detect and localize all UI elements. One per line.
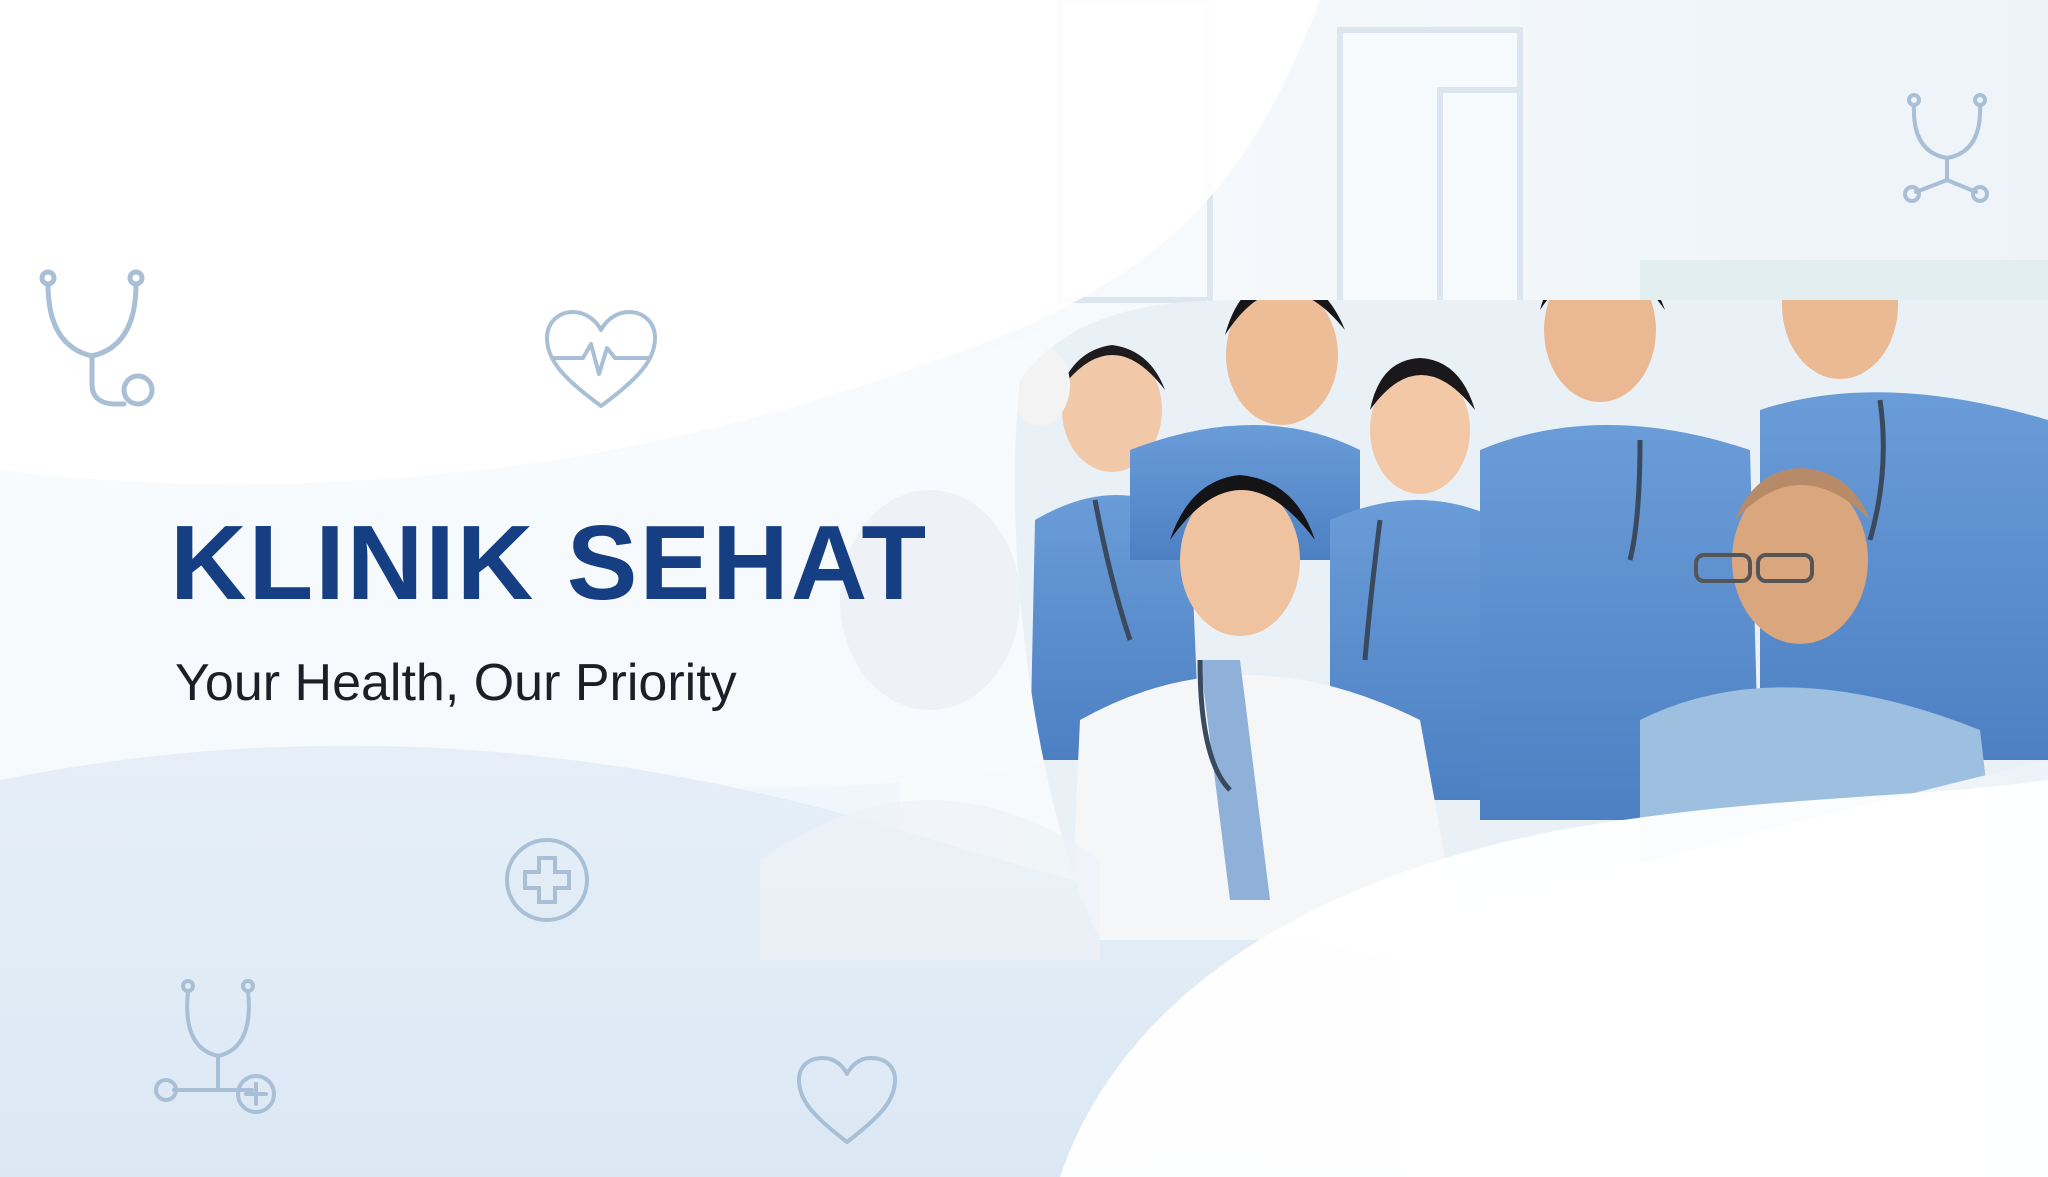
- heart-icon: [795, 1054, 899, 1146]
- clinic-banner: KLINIK SEHAT Your Health, Our Priority: [0, 0, 2048, 1177]
- medical-cross-icon: [503, 836, 591, 924]
- clinic-tagline: Your Health, Our Priority: [175, 654, 737, 712]
- stethoscope-icon: [36, 266, 156, 416]
- clinic-title: KLINIK SEHAT: [170, 504, 929, 622]
- stethoscope-plus-icon: [152, 978, 278, 1120]
- stethoscope-icon: [1902, 92, 1992, 204]
- heartbeat-icon: [543, 308, 659, 412]
